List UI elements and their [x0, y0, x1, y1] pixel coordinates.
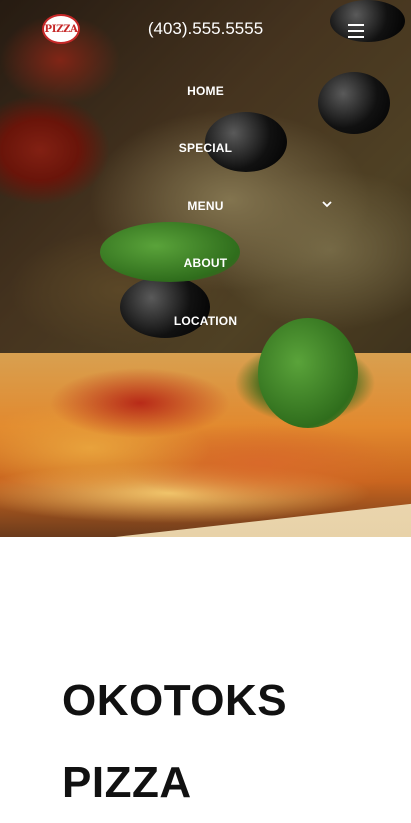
hamburger-menu-icon[interactable] — [348, 24, 364, 38]
nav-link-location[interactable]: LOCATION — [174, 314, 237, 328]
nav-item-about: ABOUT — [0, 235, 411, 293]
site-header: PIZZA (403).555.5555 — [0, 0, 411, 62]
nav-link-about[interactable]: ABOUT — [184, 256, 228, 270]
chevron-down-icon[interactable] — [322, 199, 332, 209]
nav-item-menu: MENU — [0, 177, 411, 235]
nav-link-menu[interactable]: MENU — [187, 199, 223, 213]
nav-item-home: HOME — [0, 62, 411, 120]
nav-link-special[interactable]: SPECIAL — [179, 141, 232, 155]
page-title: OKOTOKS PIZZA — [62, 676, 288, 807]
nav-item-location: LOCATION — [0, 292, 411, 350]
main-nav: HOME SPECIAL MENU ABOUT LOCATION — [0, 62, 411, 350]
nav-item-special: SPECIAL — [0, 120, 411, 178]
nav-link-home[interactable]: HOME — [187, 84, 224, 98]
